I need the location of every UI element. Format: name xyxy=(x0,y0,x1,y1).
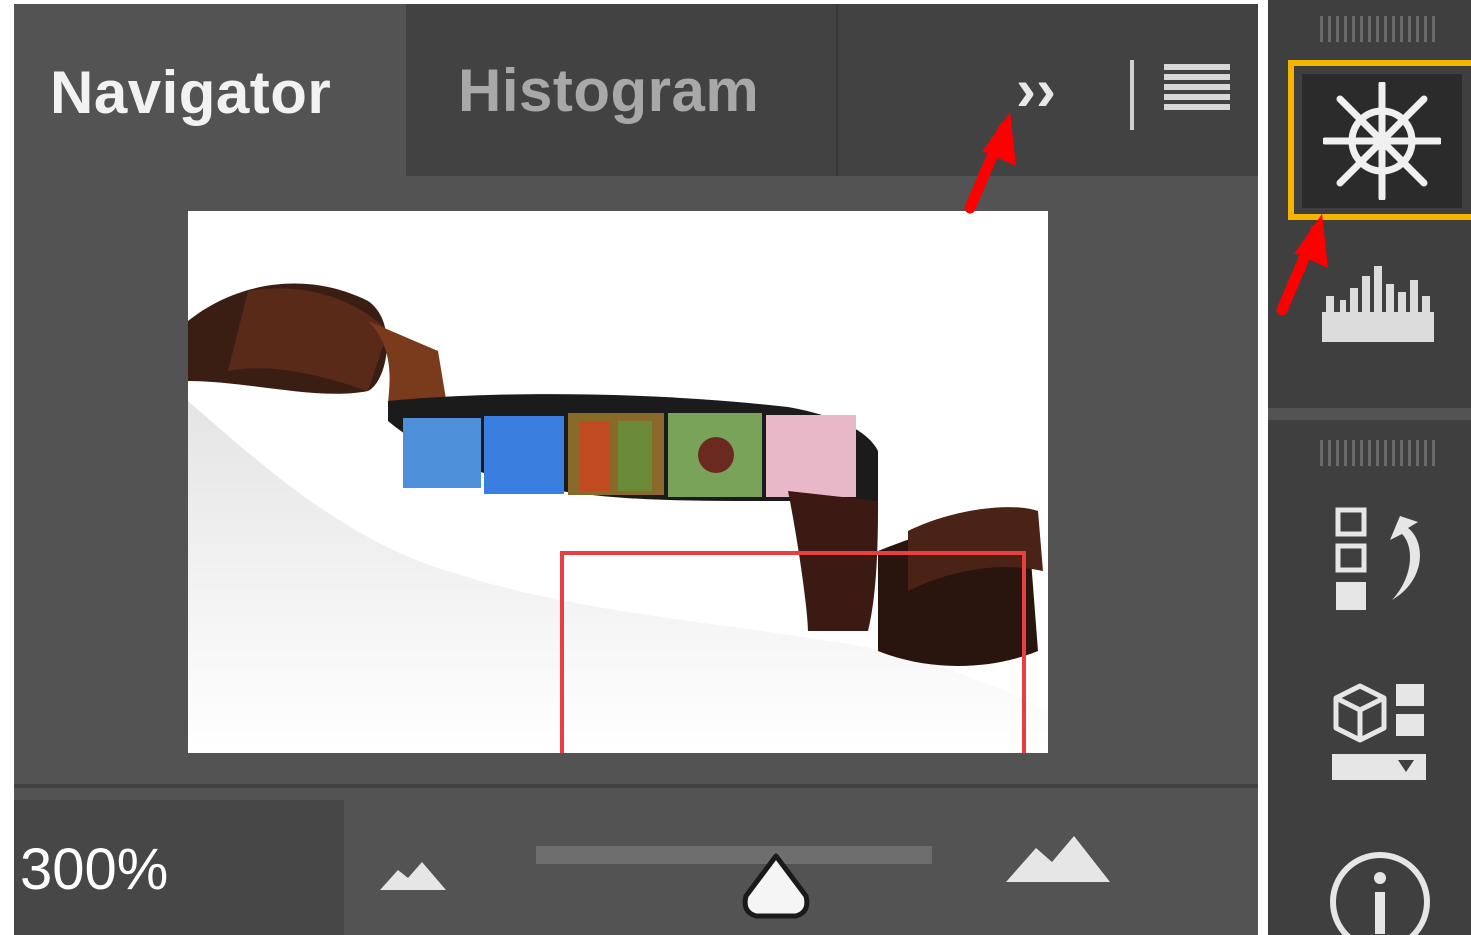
zoom-slider-track[interactable] xyxy=(536,846,932,864)
tab-navigator-label: Navigator xyxy=(50,58,332,126)
annotation-arrow-icon xyxy=(1276,214,1328,316)
tab-strip: Navigator Histogram ›› xyxy=(14,4,1258,180)
3d-panel-icon[interactable] xyxy=(1332,680,1428,784)
navigator-dock-button-bg xyxy=(1302,74,1462,208)
history-panel-icon[interactable] xyxy=(1334,506,1430,612)
zoom-slider-thumb[interactable] xyxy=(740,852,812,922)
info-panel-icon[interactable] xyxy=(1328,850,1432,935)
navigator-preview[interactable] xyxy=(188,211,1048,753)
tab-navigator[interactable]: Navigator xyxy=(14,4,406,180)
tab-histogram[interactable]: Histogram xyxy=(406,4,838,176)
tab-divider xyxy=(1130,60,1134,130)
navigator-panel: Navigator Histogram ›› 300% xyxy=(14,4,1258,935)
tab-histogram-label: Histogram xyxy=(458,56,760,124)
zoom-field[interactable]: 300% xyxy=(14,800,344,935)
zoom-bar: 300% xyxy=(14,784,1258,935)
panel-dock xyxy=(1268,0,1471,935)
dock-separator xyxy=(1268,408,1471,420)
view-rectangle[interactable] xyxy=(560,551,1026,753)
hamburger-menu-icon[interactable] xyxy=(1164,64,1230,112)
dock-grip-top[interactable] xyxy=(1320,16,1436,42)
zoom-value: 300% xyxy=(20,837,169,902)
histogram-panel-icon[interactable] xyxy=(1322,266,1434,342)
zoom-in-icon[interactable] xyxy=(1006,834,1110,884)
zoom-out-icon[interactable] xyxy=(380,860,446,892)
dock-grip-bottom[interactable] xyxy=(1320,440,1436,466)
navigator-panel-icon xyxy=(1323,82,1441,200)
more-tabs-button[interactable]: ›› xyxy=(1016,60,1086,120)
annotation-arrow-icon xyxy=(964,112,1016,214)
navigator-dock-button[interactable] xyxy=(1288,60,1471,220)
